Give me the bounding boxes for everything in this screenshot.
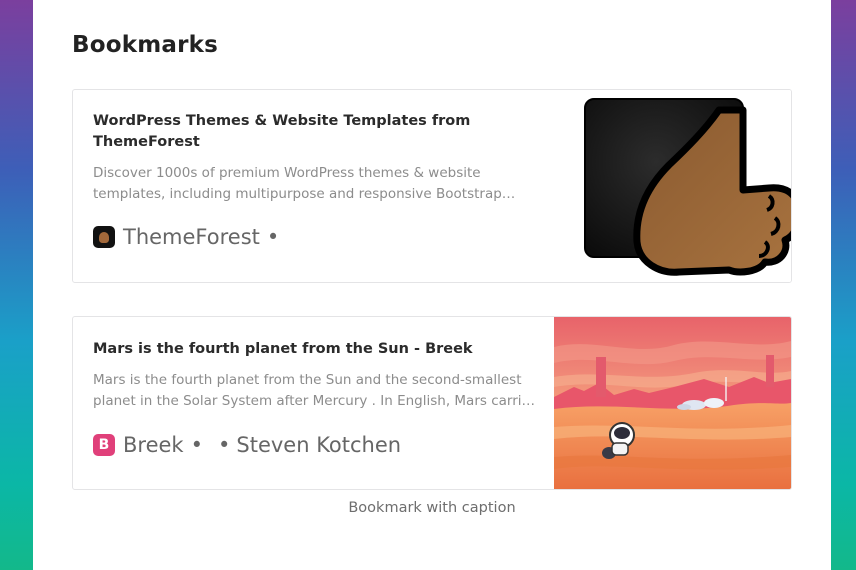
bookmark-publisher: Breek — [123, 433, 184, 457]
breek-icon: B — [93, 434, 115, 456]
bookmark-card-breek[interactable]: Mars is the fourth planet from the Sun -… — [72, 316, 792, 490]
themeforest-icon — [93, 226, 115, 248]
bookmark-metadata: ThemeForest • — [93, 225, 538, 249]
bookmark-thumbnail — [554, 317, 791, 489]
bookmark-publisher: ThemeForest — [123, 225, 260, 249]
bookmark-content: Mars is the fourth planet from the Sun -… — [93, 339, 538, 457]
bookmark-content: WordPress Themes & Website Templates fro… — [93, 111, 538, 249]
bookmark-separator: • — [266, 225, 280, 249]
bookmark-description: Discover 1000s of premium WordPress them… — [93, 165, 502, 202]
bookmark-separator: • — [190, 433, 203, 457]
bookmark-title[interactable]: Mars is the fourth planet from the Sun -… — [93, 339, 538, 360]
bookmark-description: Mars is the fourth planet from the Sun a… — [93, 372, 537, 409]
bookmark-author: Steven Kotchen — [236, 433, 402, 457]
section-title: Bookmarks — [72, 32, 219, 58]
bookmark-card-themeforest[interactable]: WordPress Themes & Website Templates fro… — [72, 89, 792, 283]
bookmark-thumbnail — [569, 90, 791, 282]
bookmark-title[interactable]: WordPress Themes & Website Templates fro… — [93, 111, 538, 153]
bookmark-metadata: B Breek • • Steven Kotchen — [93, 433, 538, 457]
bookmark-caption: Bookmark with caption — [348, 500, 516, 516]
author-separator: • — [217, 433, 231, 457]
